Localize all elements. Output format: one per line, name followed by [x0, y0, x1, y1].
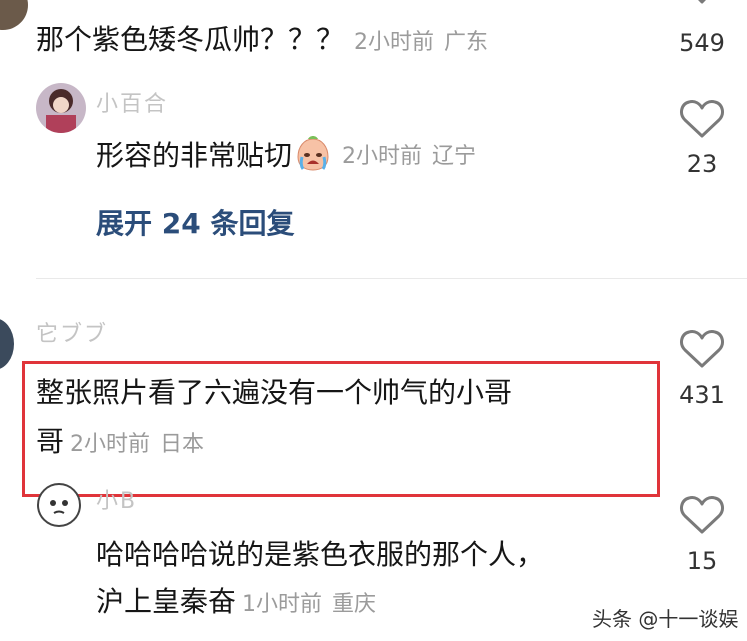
- reply-meta: 2小时前 辽宁: [342, 138, 476, 170]
- heart-icon[interactable]: [679, 494, 725, 536]
- comment-text: 那个紫色矮冬瓜帅？？？: [36, 23, 345, 56]
- divider: [36, 278, 747, 279]
- heart-icon[interactable]: [679, 98, 725, 140]
- heart-icon[interactable]: [679, 328, 725, 370]
- avatar[interactable]: [0, 0, 28, 30]
- username[interactable]: 小百合: [96, 86, 168, 118]
- like-count: 15: [686, 547, 718, 575]
- reply-row: 形容的非常贴切 2小时前 辽宁: [96, 134, 476, 174]
- reply-text-line2: 沪上皇秦奋: [96, 585, 237, 618]
- comment-time: 2小时前: [354, 30, 435, 55]
- username[interactable]: 它ブブ: [36, 316, 108, 348]
- avatar[interactable]: [36, 83, 86, 133]
- comment-row: 那个紫色矮冬瓜帅？？？ 2小时前 广东: [36, 18, 488, 58]
- expand-replies-link[interactable]: 展开 24 条回复: [96, 202, 294, 242]
- reply-location: 辽宁: [432, 144, 477, 169]
- like-count: 549: [679, 29, 725, 57]
- highlight-box: [22, 361, 660, 497]
- avatar[interactable]: [0, 318, 14, 370]
- reply-row: 沪上皇秦奋 1小时前 重庆: [96, 580, 376, 620]
- reply-time: 2小时前: [342, 144, 423, 169]
- avatar[interactable]: [37, 483, 81, 527]
- heart-icon[interactable]: [679, 0, 725, 12]
- reply-time: 1小时前: [242, 592, 323, 617]
- reply-text-line1: 哈哈哈哈说的是紫色衣服的那个人，: [96, 538, 545, 571]
- avatar-image: [36, 83, 86, 133]
- comment-meta: 2小时前 广东: [354, 24, 488, 56]
- like-count: 431: [679, 381, 725, 409]
- reply-location: 重庆: [332, 592, 377, 617]
- username[interactable]: 小B: [96, 483, 137, 515]
- crying-emoji-icon: [297, 136, 329, 171]
- avatar-image: [50, 500, 68, 514]
- reply-text: 形容的非常贴切: [96, 139, 293, 172]
- reply-meta: 1小时前 重庆: [242, 586, 376, 618]
- like-count: 23: [686, 150, 718, 178]
- comment-location: 广东: [444, 30, 489, 55]
- watermark: 头条 @十一谈娱: [592, 607, 739, 631]
